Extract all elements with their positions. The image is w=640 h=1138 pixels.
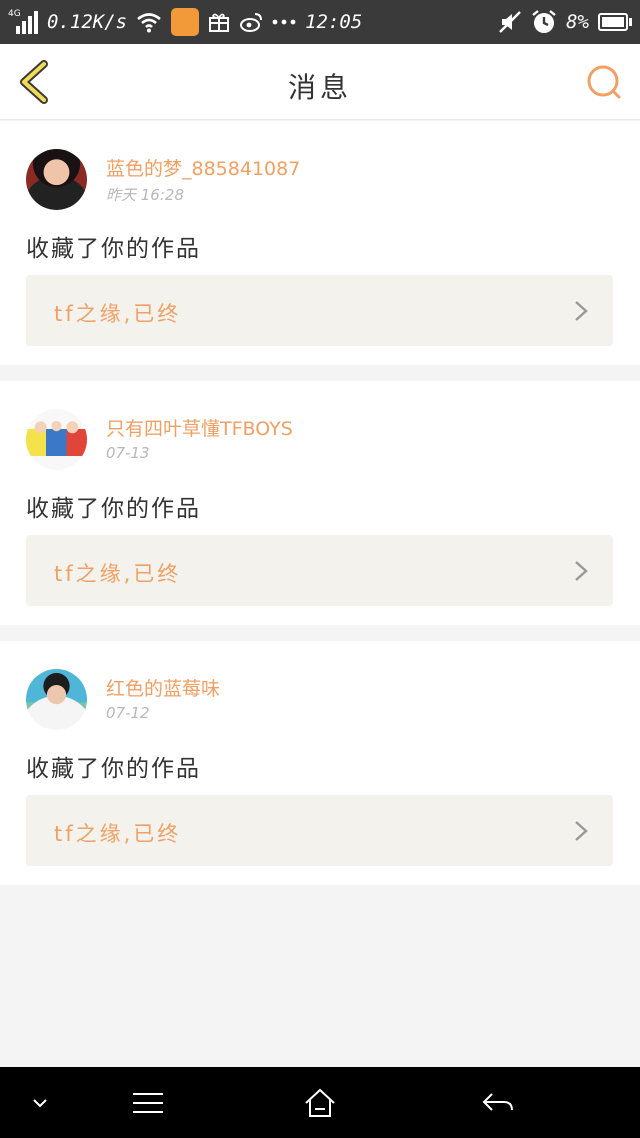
username[interactable]: 只有四叶草懂TFBOYS (106, 414, 293, 441)
work-link[interactable]: tf之缘,已终 (26, 535, 613, 606)
status-time: 12:05 (305, 11, 363, 33)
message-time: 昨天 16:28 (106, 186, 184, 204)
mute-icon (499, 11, 521, 33)
message-card: 只有四叶草懂TFBOYS 07-13 收藏了你的作品 tf之缘,已终 (0, 381, 640, 625)
chevron-right-icon (575, 561, 588, 581)
wifi-icon (137, 13, 161, 33)
app-icon (171, 8, 200, 36)
message-action: 收藏了你的作品 (26, 236, 201, 262)
message-action: 收藏了你的作品 (26, 756, 201, 782)
nav-home-icon[interactable] (300, 1083, 340, 1123)
gift-icon (209, 13, 230, 32)
message-card: 蓝色的梦_885841087 昨天 16:28 收藏了你的作品 tf之缘,已终 (0, 121, 640, 365)
navigation-bar (0, 1067, 640, 1138)
chevron-right-icon (575, 301, 588, 321)
weibo-icon (240, 13, 263, 32)
search-icon[interactable] (584, 62, 624, 102)
more-icon (272, 19, 296, 25)
work-title: tf之缘,已终 (54, 302, 182, 326)
work-title: tf之缘,已终 (54, 822, 182, 846)
message-time: 07-12 (106, 704, 150, 722)
avatar[interactable] (26, 409, 87, 470)
battery-percent: 8% (566, 11, 589, 33)
alarm-icon (532, 10, 556, 33)
nav-menu-icon[interactable] (128, 1083, 168, 1123)
work-link[interactable]: tf之缘,已终 (26, 275, 613, 346)
username[interactable]: 红色的蓝莓味 (106, 674, 220, 701)
message-card: 红色的蓝莓味 07-12 收藏了你的作品 tf之缘,已终 (0, 641, 640, 885)
battery-icon (598, 13, 632, 31)
avatar[interactable] (26, 669, 87, 730)
page-title: 消息 (287, 71, 352, 104)
message-time: 07-13 (106, 444, 150, 462)
avatar[interactable] (26, 149, 87, 210)
username[interactable]: 蓝色的梦_885841087 (106, 154, 300, 181)
app-header: 消息 (0, 44, 640, 120)
work-title: tf之缘,已终 (54, 562, 182, 586)
nav-back-icon[interactable] (478, 1083, 518, 1123)
status-bar: 4G 0.12K/s 12:05 8% (0, 0, 640, 44)
chevron-right-icon (575, 821, 588, 841)
work-link[interactable]: tf之缘,已终 (26, 795, 613, 866)
message-action: 收藏了你的作品 (26, 496, 201, 522)
network-speed: 0.12K/s (47, 11, 128, 33)
nav-down-icon[interactable] (28, 1083, 52, 1123)
signal-icon: 4G (8, 10, 38, 34)
